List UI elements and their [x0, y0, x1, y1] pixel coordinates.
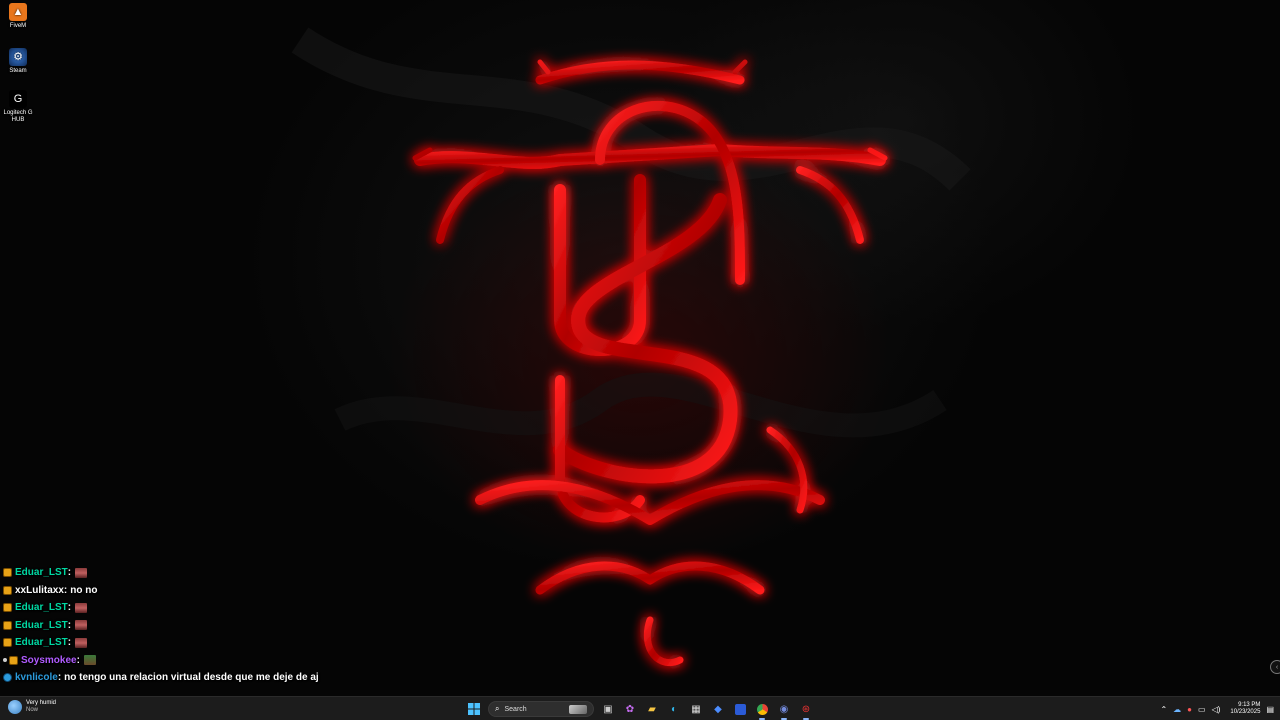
- search-highlight-image: [569, 705, 587, 714]
- clock-date: 10/23/2025: [1230, 709, 1261, 715]
- clock[interactable]: 9:13 PM 10/23/2025: [1230, 702, 1260, 716]
- subscriber-badge-icon: [3, 638, 12, 648]
- subscriber-badge-icon: [3, 620, 12, 630]
- start-button[interactable]: [466, 701, 482, 717]
- microphone-icon[interactable]: ●: [1187, 705, 1192, 714]
- steam-icon: ⚙: [9, 48, 27, 66]
- store-icon: ▦: [691, 703, 701, 715]
- chrome-icon: [756, 703, 768, 715]
- weather-title: Very humid: [26, 700, 57, 706]
- taskbar: Very humid Now ⌕ Search ▣ ✿ ▰ ◐ ▦ ◆ ◉ ⊛: [0, 696, 1280, 720]
- stream-chat-overlay: Eduar_LST : xxLulitaxx : no no Eduar_LST…: [3, 564, 343, 687]
- folder-icon: ▰: [648, 703, 656, 715]
- chat-username: Eduar_LST: [15, 619, 68, 631]
- search-icon: ⌕: [495, 704, 500, 713]
- logitech-icon: G: [9, 90, 27, 108]
- chat-username: Eduar_LST: [15, 637, 68, 649]
- chat-text: no no: [70, 584, 98, 596]
- weather-icon: [8, 700, 22, 714]
- chrome-button[interactable]: [754, 701, 770, 720]
- desktop-shortcut-logitech-g-hub[interactable]: G Logitech G HUB: [2, 90, 34, 124]
- subscriber-badge-icon: [3, 585, 12, 595]
- subscriber-badge-icon: [9, 655, 18, 665]
- fivem-icon: ▲: [9, 3, 27, 21]
- discord-icon: ◉: [779, 703, 789, 715]
- subscriber-badge-icon: [3, 603, 12, 613]
- windows-logo-icon: [468, 703, 480, 715]
- prime-badge-icon: [3, 673, 12, 683]
- red-circle-app-icon: ⊛: [801, 703, 811, 715]
- emote-icon: [75, 567, 88, 578]
- dot-badge-icon: [3, 658, 7, 663]
- chevron-up-icon[interactable]: ⌃: [1160, 705, 1167, 714]
- chat-message: Eduar_LST :: [3, 599, 343, 617]
- network-icon[interactable]: ☁: [1173, 705, 1181, 714]
- streaming-app-button[interactable]: ⊛: [798, 701, 814, 720]
- task-view-icon: ▣: [603, 703, 613, 715]
- taskbar-search-box[interactable]: ⌕ Search: [488, 701, 594, 717]
- edge-icon: ◐: [670, 703, 678, 715]
- chat-message: Eduar_LST :: [3, 564, 343, 582]
- system-tray: ⌃ ☁ ● ▭ ◁) 9:13 PM 10/23/2025 ▤: [1160, 700, 1274, 718]
- discord-button[interactable]: ◉: [776, 701, 792, 720]
- edge-button[interactable]: ◐: [666, 701, 682, 717]
- copilot-button[interactable]: ✿: [622, 701, 638, 717]
- notification-bell-icon[interactable]: ▤: [1266, 705, 1274, 714]
- chat-username: Eduar_LST: [15, 567, 68, 579]
- subscriber-badge-icon: [3, 568, 12, 578]
- desktop-shortcut-steam[interactable]: ⚙ Steam: [2, 48, 34, 75]
- app-button[interactable]: ◆: [710, 701, 726, 717]
- clock-time: 9:13 PM: [1238, 702, 1261, 708]
- chat-username: xxLulitaxx: [15, 584, 64, 596]
- blue-square-app-icon: [734, 703, 746, 715]
- volume-icon[interactable]: ◁): [1212, 705, 1221, 714]
- chat-text: no tengo una relacion virtual desde que …: [64, 672, 319, 684]
- emote-icon: [75, 620, 88, 631]
- chat-message: Soysmokee :: [3, 652, 343, 670]
- chat-message: Eduar_LST :: [3, 617, 343, 635]
- chat-username: kvnlicole: [15, 672, 58, 684]
- chat-message: kvnlicole : no tengo una relacion virtua…: [3, 669, 343, 687]
- app-button[interactable]: [732, 701, 748, 717]
- copilot-icon: ✿: [625, 703, 635, 715]
- task-view-button[interactable]: ▣: [600, 701, 616, 717]
- blue-diamond-icon: ◆: [714, 703, 722, 715]
- chat-username: Eduar_LST: [15, 602, 68, 614]
- emote-icon: [75, 602, 88, 613]
- store-button[interactable]: ▦: [688, 701, 704, 717]
- chat-message: xxLulitaxx : no no: [3, 582, 343, 600]
- chat-message: Eduar_LST :: [3, 634, 343, 652]
- taskbar-pinned-apps: ⌕ Search ▣ ✿ ▰ ◐ ▦ ◆ ◉ ⊛: [466, 700, 814, 720]
- chat-username: Soysmokee: [21, 654, 77, 666]
- desktop-shortcut-fivem[interactable]: ▲ FiveM: [2, 3, 34, 30]
- emote-icon: [75, 637, 88, 648]
- file-explorer-button[interactable]: ▰: [644, 701, 660, 717]
- weather-subtitle: Now: [26, 707, 39, 713]
- display-icon[interactable]: ▭: [1198, 705, 1206, 714]
- search-placeholder: Search: [504, 705, 527, 713]
- collapse-chevron-icon[interactable]: ‹: [1270, 660, 1280, 674]
- weather-widget[interactable]: Very humid Now: [8, 700, 56, 714]
- emote-icon: [83, 655, 96, 666]
